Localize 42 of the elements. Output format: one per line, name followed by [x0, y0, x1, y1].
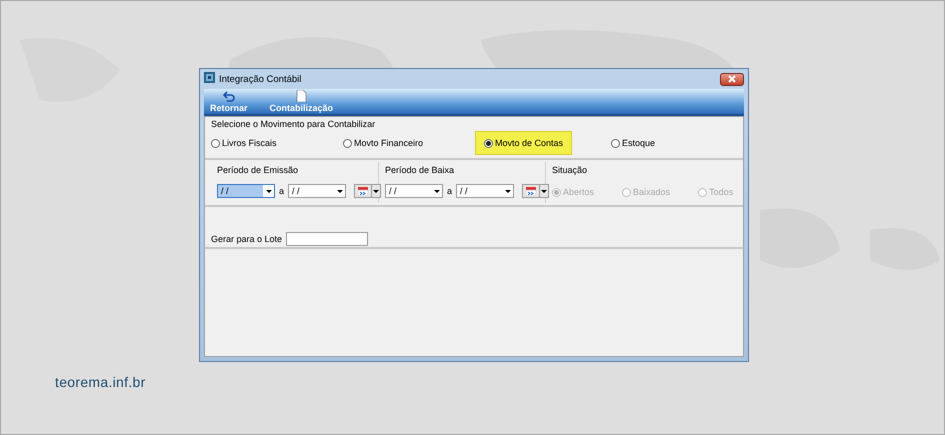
radio-label: Estoque	[622, 138, 656, 148]
radio-label: Abertos	[563, 187, 594, 197]
calendar-button[interactable]	[522, 184, 550, 198]
back-arrow-icon	[222, 91, 235, 102]
toolbar-button[interactable]: Retornar	[208, 89, 250, 114]
group-label: Período de Baixa	[385, 165, 456, 175]
document-icon	[296, 90, 307, 102]
app-icon	[204, 72, 215, 83]
radio-button[interactable]	[343, 138, 352, 148]
input-field[interactable]	[286, 232, 368, 246]
group-label: Selecione o Movimento para Contabilizar	[211, 119, 376, 129]
date-field[interactable]: / /	[456, 184, 514, 198]
dropdown-arrow-icon	[336, 190, 343, 192]
close-button[interactable]	[720, 72, 744, 86]
site-label: teorema.inf.br	[55, 374, 146, 390]
calendar-button[interactable]	[354, 184, 382, 198]
dropdown-arrow-icon	[504, 190, 511, 192]
radio-label: Todos	[709, 187, 734, 197]
dropdown-arrow-icon	[266, 190, 272, 192]
group-label: Situação	[552, 165, 588, 175]
range-separator: a	[279, 186, 284, 196]
radio-label: Movto de Contas	[495, 138, 564, 148]
close-icon	[728, 75, 736, 83]
radio-label: Movto Financeiro	[354, 138, 424, 148]
date-field[interactable]: / /	[217, 184, 275, 198]
dropdown-arrow-icon	[541, 190, 548, 192]
toolbar-button[interactable]: Contabilização	[268, 89, 336, 114]
radio-label: Baixados	[633, 187, 670, 197]
radio-button[interactable]	[611, 138, 620, 148]
dropdown-arrow-icon	[373, 190, 380, 192]
calendar-icon	[526, 186, 536, 196]
dropdown-arrow-icon	[434, 190, 440, 192]
window-title: Integração Contábil	[219, 74, 302, 84]
radio-button[interactable]	[211, 138, 220, 148]
radio-label: Livros Fiscais	[222, 138, 277, 148]
field-label: Gerar para o Lote	[211, 234, 282, 244]
group-label: Período de Emissão	[217, 165, 300, 175]
range-separator: a	[447, 186, 452, 196]
calendar-icon	[358, 186, 368, 196]
radio-button[interactable]	[484, 138, 493, 148]
date-field[interactable]: / /	[385, 184, 443, 198]
date-field[interactable]: / /	[288, 184, 346, 198]
